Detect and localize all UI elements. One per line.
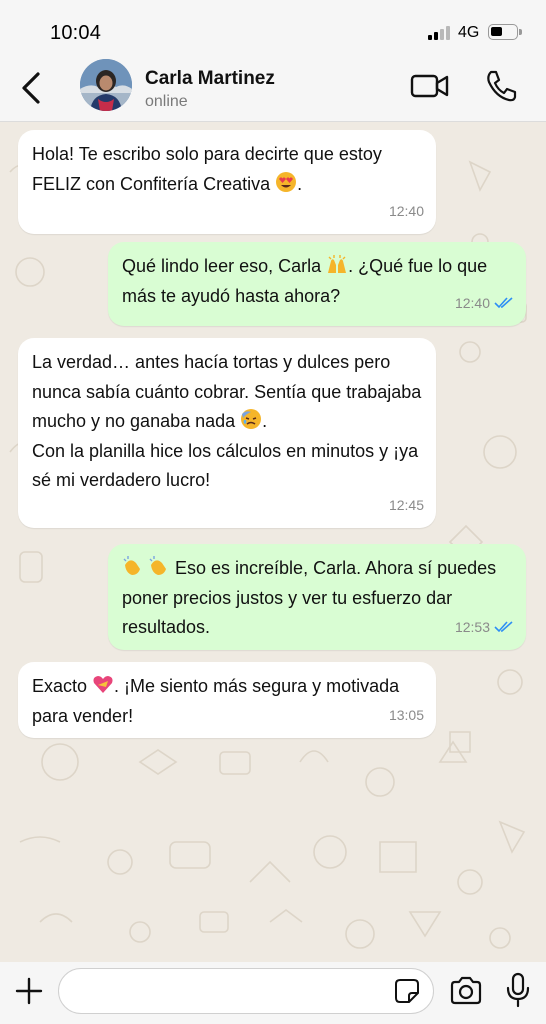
contact-avatar[interactable] (80, 59, 132, 111)
double-check-icon (494, 297, 513, 309)
sticker-button[interactable] (394, 978, 420, 1004)
status-time: 10:04 (50, 22, 102, 44)
sticker-icon (395, 979, 419, 1003)
message-text: Qué lindo leer eso, Carla . ¿Qué fue lo … (122, 252, 512, 311)
chevron-left-icon (22, 72, 40, 104)
microphone-icon (506, 972, 530, 1008)
signal-icon (428, 26, 452, 40)
chat-area[interactable]: Hola! Te escribo solo para decirte que e… (0, 122, 546, 962)
double-check-icon (494, 621, 513, 633)
heart-eyes-emoji-icon (276, 171, 297, 192)
microphone-button[interactable] (505, 972, 531, 1008)
heart-with-ribbon-emoji-icon (93, 676, 113, 693)
message-bubble-incoming[interactable]: Hola! Te escribo solo para decirte que e… (18, 130, 436, 234)
message-bubble-outgoing[interactable]: Eso es increíble, Carla. Ahora sí puedes… (108, 544, 526, 650)
message-meta: 12:45 (389, 491, 424, 521)
contact-name[interactable]: Carla Martinez (145, 68, 275, 90)
message-composer (0, 962, 546, 1024)
message-bubble-outgoing[interactable]: Qué lindo leer eso, Carla . ¿Qué fue lo … (108, 242, 526, 326)
message-meta: 12:40 (455, 289, 514, 319)
network-type: 4G (458, 24, 480, 41)
message-input[interactable] (58, 968, 434, 1014)
message-bubble-incoming[interactable]: Exacto . ¡Me siento más segura y motivad… (18, 662, 436, 738)
video-call-button[interactable] (410, 70, 450, 102)
status-bar: 10:04 4G (0, 0, 546, 56)
message-text: Hola! Te escribo solo para decirte que e… (32, 144, 387, 194)
clapping-hands-emoji-icon (123, 556, 166, 575)
message-text: Eso es increíble, Carla. Ahora sí puedes… (122, 554, 512, 643)
message-meta: 12:53 (455, 613, 514, 643)
video-camera-icon (410, 74, 449, 98)
message-time: 12:40 (454, 294, 490, 311)
contact-status: online (145, 93, 188, 110)
message-bubble-incoming[interactable]: La verdad… antes hacía tortas y dulces p… (18, 338, 436, 528)
voice-call-button[interactable] (484, 68, 518, 104)
message-time: 13:05 (388, 706, 424, 723)
attach-button[interactable] (14, 976, 44, 1006)
plus-icon (15, 977, 43, 1005)
battery-icon (488, 24, 522, 40)
message-text: Exacto . ¡Me siento más segura y motivad… (32, 672, 422, 731)
message-meta: 13:05 (389, 701, 424, 731)
back-button[interactable] (18, 68, 48, 108)
downcast-sweat-emoji-icon (241, 409, 262, 429)
message-meta: 12:40 (389, 197, 424, 227)
chat-header: Carla Martinez online (0, 56, 546, 122)
message-time: 12:53 (454, 618, 490, 635)
camera-button[interactable] (449, 976, 483, 1006)
camera-icon (450, 976, 482, 1005)
phone-icon (487, 70, 517, 102)
message-time: 12:40 (388, 202, 424, 219)
raising-hands-emoji-icon (328, 255, 347, 273)
message-text: La verdad… antes hacía tortas y dulces p… (32, 352, 427, 490)
message-time: 12:45 (388, 496, 424, 513)
